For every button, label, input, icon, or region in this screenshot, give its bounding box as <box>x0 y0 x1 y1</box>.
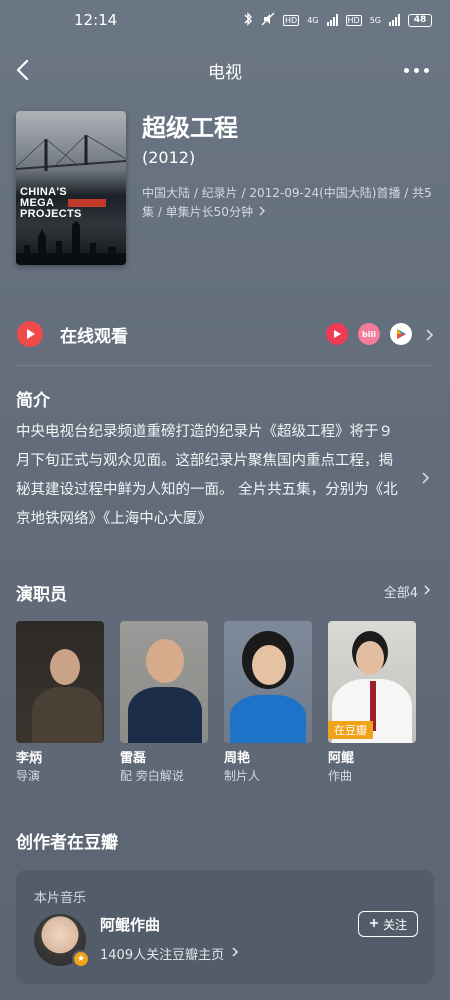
status-time: 12:14 <box>74 11 118 29</box>
creator-label: 本片音乐 <box>34 891 87 906</box>
cast-all-link[interactable]: 全部4 <box>384 582 432 601</box>
page-title: 电视 <box>208 62 242 83</box>
cast-member[interactable]: 雷磊 配 旁白解说 <box>120 621 208 785</box>
divider <box>16 365 434 366</box>
back-arrow-icon[interactable] <box>10 56 38 84</box>
chevron-right-icon <box>422 584 432 600</box>
cast-member[interactable]: 李炳 导演 <box>16 621 104 785</box>
mute-icon <box>261 12 275 29</box>
show-info: 超级工程 (2012) 中国大陆 / 纪录片 / 2012-09-24(中国大陆… <box>142 112 432 222</box>
bridge-illustration <box>16 134 126 171</box>
signal-icon-2 <box>389 14 400 26</box>
show-year: (2012) <box>142 148 196 167</box>
creator-followers: 1409人关注豆瓣主页 <box>100 948 225 963</box>
watch-online-row[interactable]: 在线观看 bili <box>0 312 450 356</box>
platform-list: bili <box>326 323 412 345</box>
signal-icon <box>326 14 338 26</box>
more-options-icon[interactable] <box>402 56 430 84</box>
bilibili-platform-icon[interactable]: bili <box>358 323 380 345</box>
cast-role: 作曲 <box>328 769 353 783</box>
cast-photo <box>120 621 208 743</box>
hd-icon-2: HD <box>345 14 362 26</box>
poster-image[interactable]: CHINA'S MEGA PROJECTS <box>16 111 126 265</box>
net-5g-label: 5G <box>369 15 381 25</box>
city-skyline-illustration <box>16 221 126 265</box>
show-title: 超级工程 <box>142 114 238 142</box>
cast-member[interactable]: 在豆瓣 阿鲲 作曲 <box>328 621 416 785</box>
nav-bar: 电视 <box>0 48 450 92</box>
poster-title: CHINA'S MEGA PROJECTS <box>20 186 82 220</box>
chevron-right-icon[interactable] <box>418 470 432 484</box>
cast-photo <box>16 621 104 743</box>
creator-sub[interactable]: 1409人关注豆瓣主页 <box>100 944 240 963</box>
intro-title: 简介 <box>16 391 50 411</box>
cast-role: 制片人 <box>224 769 261 783</box>
douban-tag: 在豆瓣 <box>328 721 373 739</box>
play-icon <box>17 321 43 347</box>
intro-text[interactable]: 中央电视台纪录频道重磅打造的纪录片《超级工程》将于９月下旬正式与观众见面。这部纪… <box>16 418 404 534</box>
net-4g-label: 4G <box>307 15 319 25</box>
cast-role: 导演 <box>16 769 41 783</box>
status-bar: 12:14 HD 4G HD 5G 48 <box>0 0 450 40</box>
cast-title: 演职员 <box>16 585 67 605</box>
creator-name: 阿鲲作曲 <box>100 916 161 934</box>
watch-online-label: 在线观看 <box>60 327 128 347</box>
cast-photo <box>224 621 312 743</box>
battery-icon: 48 <box>408 13 432 27</box>
bluetooth-icon <box>243 11 253 29</box>
cast-member[interactable]: 周艳 制片人 <box>224 621 312 785</box>
hd-icon: HD <box>283 14 300 26</box>
cast-all-label: 全部4 <box>383 586 418 601</box>
creator-card[interactable]: 本片音乐 ★ 阿鲲作曲 1409人关注豆瓣主页 关注 <box>16 870 434 984</box>
cast-name: 李炳 <box>16 751 43 766</box>
cast-name: 周艳 <box>224 751 251 766</box>
show-meta[interactable]: 中国大陆 / 纪录片 / 2012-09-24(中国大陆)首播 / 共5集 / … <box>142 184 432 222</box>
cast-photo: 在豆瓣 <box>328 621 416 743</box>
chevron-right-icon <box>230 946 240 962</box>
show-meta-text: 中国大陆 / 纪录片 / 2012-09-24(中国大陆)首播 / 共5集 / … <box>142 186 432 219</box>
cast-list: 李炳 导演 雷磊 配 旁白解说 周艳 制片人 在豆瓣 阿鲲 作曲 <box>16 621 416 785</box>
play-platform-icon[interactable] <box>326 323 348 345</box>
cast-name: 阿鲲 <box>328 751 355 766</box>
creator-section-title: 创作者在豆瓣 <box>16 833 118 853</box>
star-badge-icon: ★ <box>72 950 90 968</box>
follow-label: 关注 <box>382 917 407 932</box>
plus-icon <box>369 917 379 931</box>
poster-red-band <box>68 199 106 207</box>
status-icons: HD 4G HD 5G 48 <box>243 11 432 29</box>
follow-button[interactable]: 关注 <box>357 911 418 937</box>
cast-name: 雷磊 <box>120 751 147 766</box>
chevron-right-icon <box>422 327 436 341</box>
cast-role: 配 旁白解说 <box>120 769 184 783</box>
chevron-right-icon <box>257 203 267 222</box>
video-platform-icon[interactable] <box>390 323 412 345</box>
